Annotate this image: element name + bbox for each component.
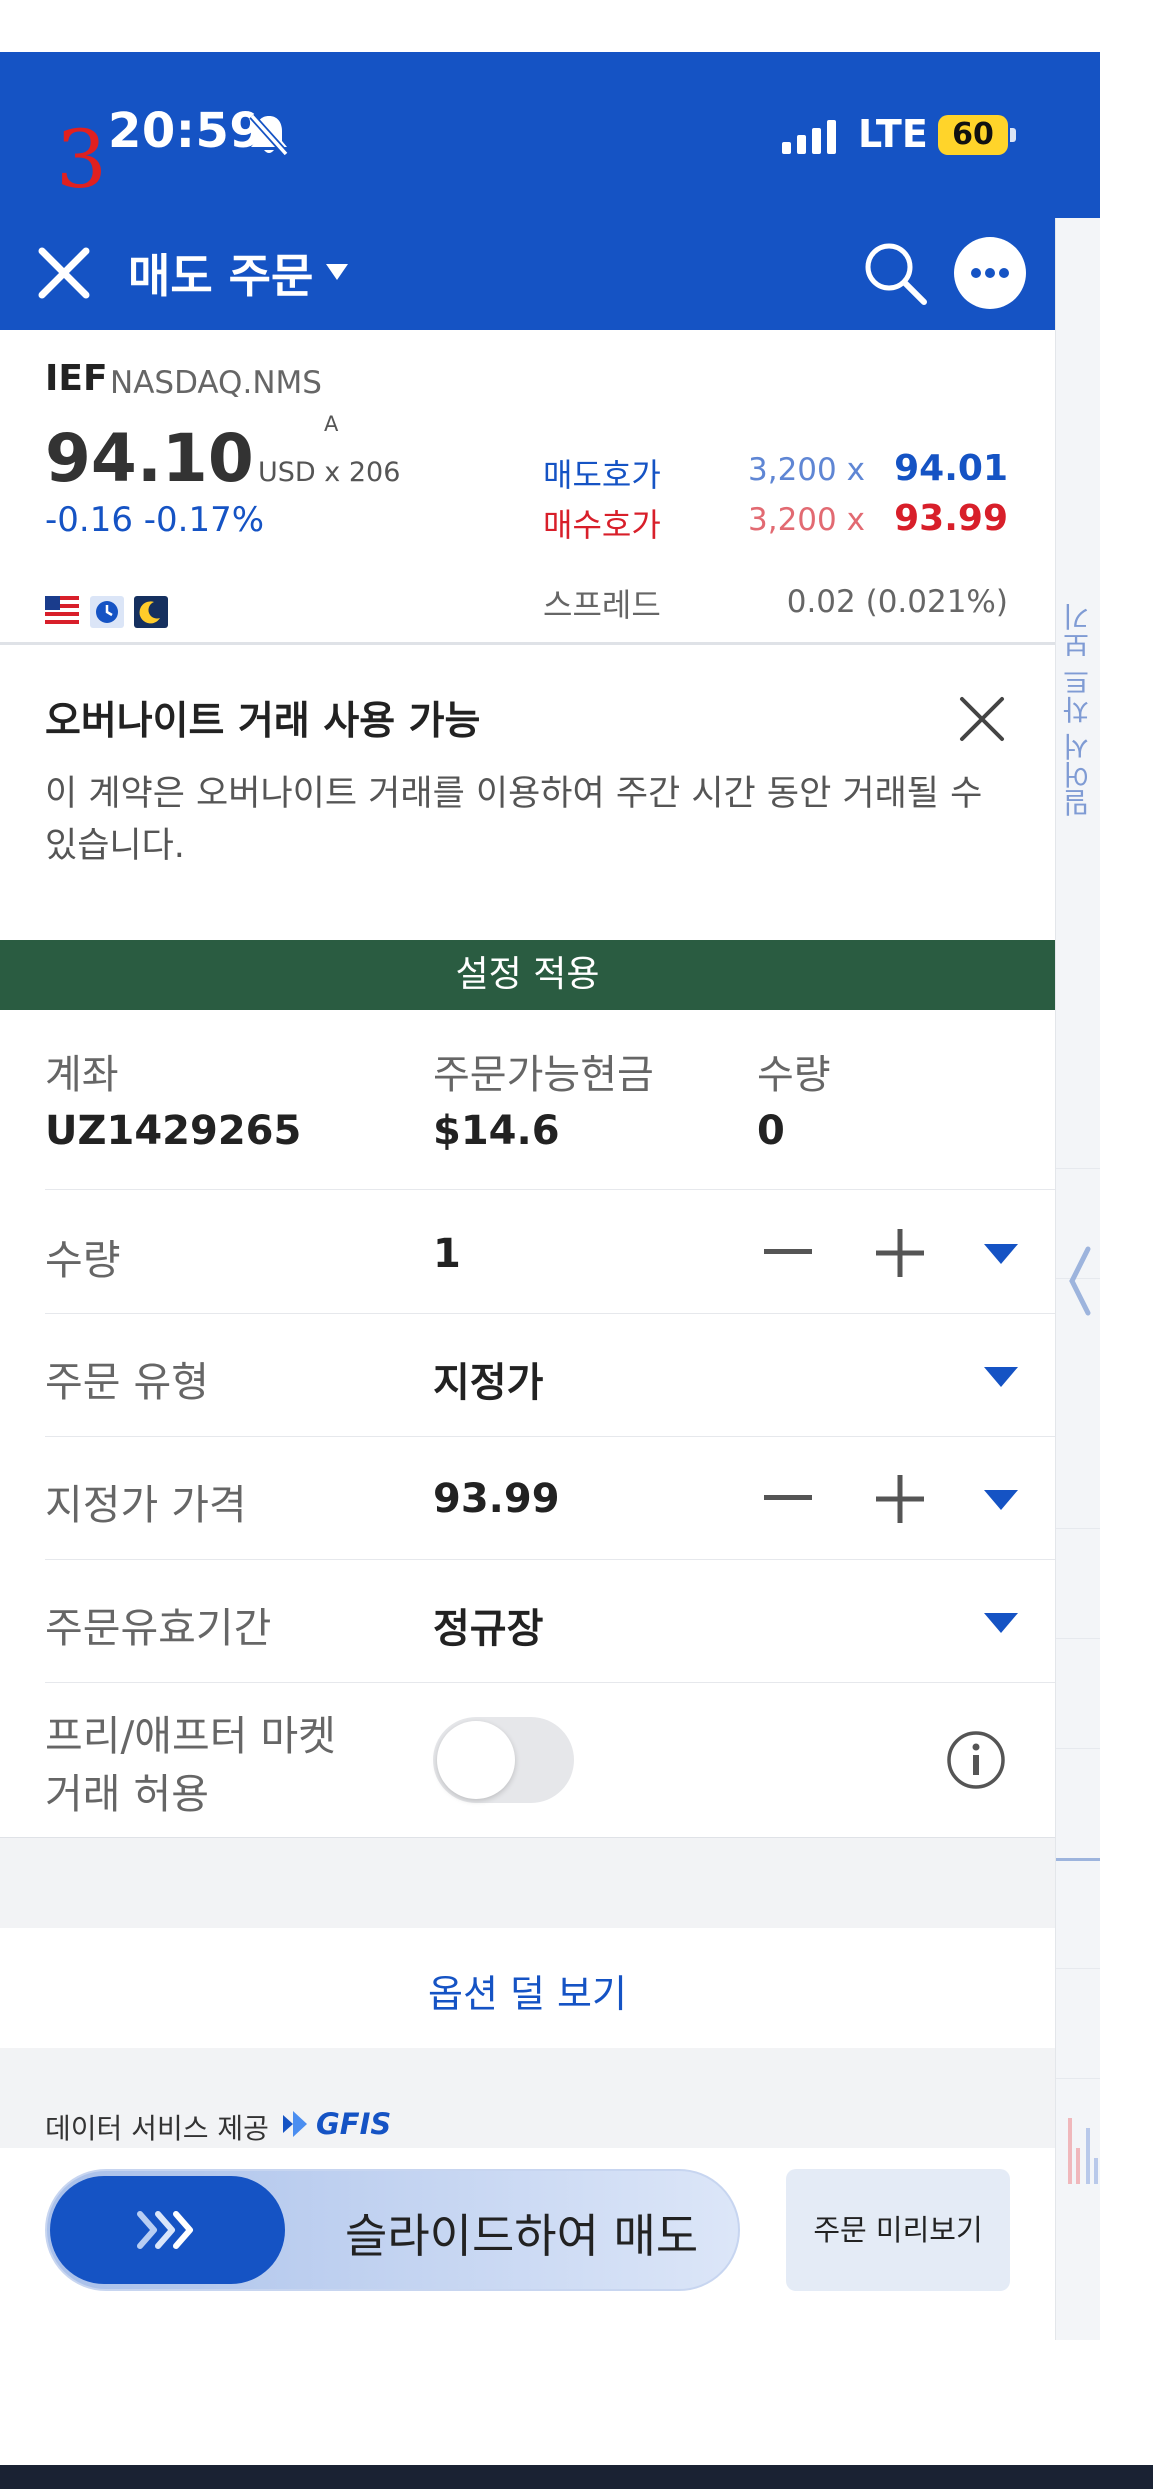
slide-to-sell-label: 슬라이드하여 매도 [345,2209,699,2263]
price-change: -0.16 -0.17% [45,500,265,540]
quantity-dropdown-icon[interactable] [984,1244,1018,1264]
extended-hours-label-line2: 거래 허용 [45,1770,209,1818]
position-qty-value: 0 [757,1108,785,1154]
us-flag-icon [45,596,79,626]
divider [45,1559,1055,1560]
quantity-plus-button[interactable] [876,1229,924,1277]
spread-label: 스프레드 [543,586,661,624]
account-value[interactable]: UZ1429265 [45,1108,301,1154]
divider [0,642,1055,645]
close-icon[interactable] [36,245,92,301]
clock-icon [90,596,124,628]
ticker-symbol: IEF [45,358,108,399]
quantity-minus-button[interactable] [764,1249,812,1255]
divider [45,1436,1055,1437]
spread-value: 0.02 (0.021%) [786,584,1008,620]
cash-label: 주문가능현금 [433,1052,654,1098]
search-icon[interactable] [862,240,928,306]
gfis-logo-icon [283,2111,307,2137]
chart-bar [1068,2118,1072,2184]
quantity-value[interactable]: 1 [433,1231,461,1277]
quantity-label: 수량 [45,1236,121,1284]
slide-to-sell-handle[interactable] [50,2176,285,2284]
apply-settings-button[interactable]: 설정 적용 [0,940,1055,1010]
divider [45,1313,1055,1314]
bell-muted-icon [249,113,289,157]
extended-hours-toggle[interactable] [433,1717,574,1803]
section-gap [0,1838,1055,1928]
side-panel-label[interactable]: 밀어서 차트 보기 [1058,580,1098,840]
screen-margin [1100,0,1153,2465]
divider [45,1682,1055,1683]
chart-bar [1094,2158,1098,2184]
limit-price-label: 지정가 가격 [45,1481,247,1529]
last-price: 94.10 [45,420,254,497]
bid-price: 93.99 [894,498,1008,539]
limit-price-plus-button[interactable] [876,1475,924,1523]
chart-bar [1086,2128,1090,2184]
banner-close-icon[interactable] [958,695,1006,743]
divider [0,1837,1055,1838]
ask-label: 매도호가 [543,456,661,494]
gfis-logo: GFIS [316,2107,392,2141]
exchange-label: NASDAQ.NMS [110,365,322,401]
cash-value: $14.6 [433,1108,560,1154]
triple-chevron-right-icon [137,2211,193,2249]
bottom-edge [0,2465,1153,2489]
data-credit: 데이터 서비스 제공 [45,2112,269,2145]
currency-size: USD x 206 [258,457,401,488]
price-marker: A [324,412,339,436]
toggle-knob [437,1721,515,1799]
network-label: LTE [858,112,928,156]
chevron-down-icon[interactable] [326,264,348,280]
time-in-force-label: 주문유효기간 [45,1604,272,1652]
limit-price-dropdown-icon[interactable] [984,1490,1018,1510]
position-qty-label: 수량 [757,1052,831,1098]
divider [45,1189,1055,1190]
status-time: 20:59 [108,103,264,159]
order-screen: 3 20:59 LTE 60 매도 주문 밀어서 차트 보기 IEF NASDA… [0,0,1153,2489]
order-type-label: 주문 유형 [45,1358,209,1406]
chart-bar [1076,2148,1080,2184]
more-icon[interactable] [954,237,1026,309]
bid-size: 3,200 x [748,502,865,538]
banner-text: 이 계약은 오버나이트 거래를 이용하여 주간 시간 동안 거래될 수 있습니다… [45,774,983,866]
limit-price-minus-button[interactable] [764,1495,812,1501]
order-preview-button[interactable]: 주문 미리보기 [786,2169,1010,2291]
signal-icon [782,120,836,154]
ask-price: 94.01 [894,448,1008,489]
banner-title: 오버나이트 거래 사용 가능 [45,699,481,744]
less-options-button[interactable]: 옵션 덜 보기 [0,1963,1055,2018]
ask-size: 3,200 x [748,452,865,488]
limit-price-value[interactable]: 93.99 [433,1476,560,1522]
time-in-force-value[interactable]: 정규장 [433,1596,543,1654]
order-type-dropdown-icon[interactable] [984,1367,1018,1387]
order-side-title[interactable]: 매도 주문 [128,240,313,306]
info-icon[interactable] [946,1730,1006,1790]
extended-hours-label-line1: 프리/애프터 마켓 [45,1712,336,1760]
battery-tip [1010,128,1016,142]
order-type-value[interactable]: 지정가 [433,1350,543,1408]
account-label: 계좌 [45,1052,119,1098]
bid-label: 매수호가 [543,506,661,544]
annotation-number: 3 [56,113,107,206]
battery-icon: 60 [938,115,1008,155]
chevron-left-icon[interactable] [1066,1245,1092,1317]
moon-icon [134,596,168,628]
time-in-force-dropdown-icon[interactable] [984,1613,1018,1633]
